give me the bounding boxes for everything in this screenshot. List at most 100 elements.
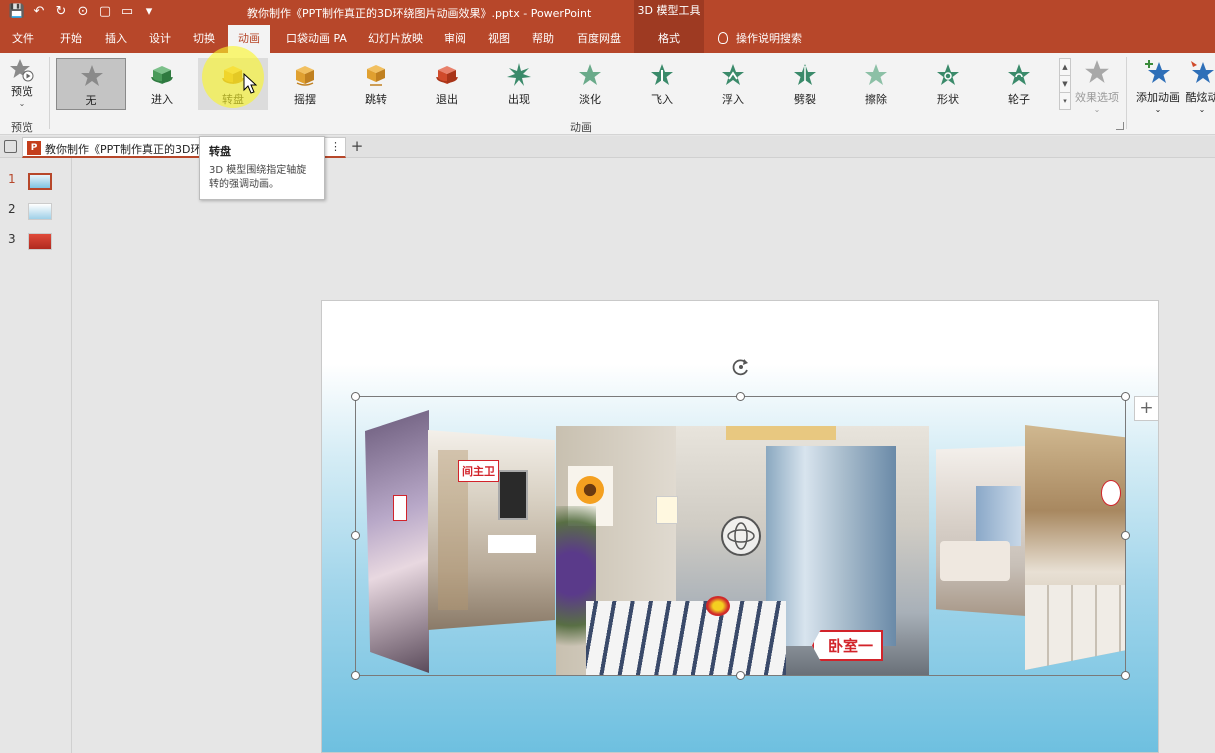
anim-swing[interactable]: 摇摆 <box>270 58 340 110</box>
new-file-icon[interactable]: ▢ <box>96 3 114 21</box>
customize-qat-icon[interactable]: ▾ <box>140 3 158 21</box>
anim-label: 摇摆 <box>294 93 316 106</box>
rotate-handle-icon[interactable] <box>731 357 751 377</box>
cool-animation-button[interactable]: 酷炫动 ⌄ <box>1182 59 1215 114</box>
group-separator <box>49 57 50 129</box>
anim-label: 退出 <box>436 93 458 106</box>
resize-handle-left[interactable] <box>351 531 360 540</box>
anim-enter[interactable]: 进入 <box>127 58 197 110</box>
start-slideshow-icon[interactable]: ⊙ <box>74 3 92 21</box>
anim-fly-in[interactable]: 飞入 <box>627 58 697 110</box>
star-wipe-icon <box>865 64 887 85</box>
3d-cube-swing-icon <box>296 66 314 86</box>
tab-file[interactable]: 文件 <box>12 25 34 53</box>
gallery-expand[interactable]: ▾ <box>1060 93 1070 110</box>
mouse-cursor-icon <box>243 73 257 94</box>
tab-manager-icon[interactable] <box>4 140 17 153</box>
resize-handle-top-right[interactable] <box>1121 392 1130 401</box>
tab-format[interactable]: 格式 <box>634 25 704 53</box>
add-animation-button[interactable]: 添加动画 ⌄ <box>1130 59 1186 114</box>
undo-icon[interactable]: ↶ <box>30 3 48 21</box>
quick-access-toolbar: 💾 ↶ ↻ ⊙ ▢ ▭ ▾ <box>8 3 158 21</box>
slide-thumbnails-pane: 1 2 3 <box>0 158 72 753</box>
cool-animation-star-icon <box>1191 61 1214 83</box>
tell-me-search[interactable]: 操作说明搜索 <box>718 25 802 53</box>
3d-cube-turntable-icon <box>222 66 244 84</box>
anim-label: 跳转 <box>365 93 387 106</box>
tooltip-title: 转盘 <box>209 145 231 158</box>
animation-gallery: 无 进入 转盘 摇摆 跳转 退出 出现 淡化 飞入 浮入 劈裂 擦除 形状 轮子 <box>55 58 1059 111</box>
anim-none[interactable]: 无 <box>56 58 126 110</box>
tab-slideshow[interactable]: 幻灯片放映 <box>368 25 423 53</box>
tab-design[interactable]: 设计 <box>149 25 171 53</box>
preview-button[interactable]: 预览 ⌄ <box>4 57 40 108</box>
open-folder-icon[interactable]: ▭ <box>118 3 136 21</box>
anim-label: 飞入 <box>651 93 673 106</box>
tab-more-icon[interactable]: ⋮ <box>330 140 341 153</box>
anim-label: 擦除 <box>865 93 887 106</box>
resize-handle-top-left[interactable] <box>351 392 360 401</box>
preview-star-icon <box>10 59 34 82</box>
tab-animations[interactable]: 动画 <box>228 25 270 53</box>
redo-icon[interactable]: ↻ <box>52 3 70 21</box>
resize-handle-right[interactable] <box>1121 531 1130 540</box>
tab-help[interactable]: 帮助 <box>532 25 554 53</box>
resize-handle-top[interactable] <box>736 392 745 401</box>
slide-thumbnail-image <box>28 233 52 250</box>
resize-handle-bottom-left[interactable] <box>351 671 360 680</box>
group-separator <box>1126 57 1127 129</box>
3d-orbit-icon <box>727 522 755 550</box>
slide-number: 3 <box>8 232 16 246</box>
document-tab-bar: P 教你制作《PPT制作真正的3D环 ⋮ + <box>0 136 1215 158</box>
resize-handle-bottom-right[interactable] <box>1121 671 1130 680</box>
anim-label: 浮入 <box>722 93 744 106</box>
anim-jump[interactable]: 跳转 <box>341 58 411 110</box>
document-tab-name: 教你制作《PPT制作真正的3D环 <box>45 143 202 156</box>
layout-options-plus-button[interactable]: + <box>1134 396 1159 421</box>
tab-pocket-animation[interactable]: 口袋动画 PA <box>286 25 347 53</box>
effect-options-button[interactable]: 效果选项 ⌄ <box>1073 59 1121 114</box>
anim-wheel[interactable]: 轮子 <box>984 58 1054 110</box>
ribbon-tabs: 文件 开始 插入 设计 切换 动画 口袋动画 PA 幻灯片放映 审阅 视图 帮助… <box>0 25 1215 53</box>
anim-label: 淡化 <box>579 93 601 106</box>
slide-number: 2 <box>8 202 16 216</box>
anim-float-in[interactable]: 浮入 <box>698 58 768 110</box>
anim-label: 出现 <box>508 93 530 106</box>
tab-review[interactable]: 审阅 <box>444 25 466 53</box>
star-float-icon <box>722 64 744 85</box>
3d-model-tools-context: 3D 模型工具 <box>634 0 704 25</box>
chevron-down-icon: ⌄ <box>1154 105 1162 114</box>
dialog-launcher-icon[interactable] <box>1116 122 1124 130</box>
anim-shape[interactable]: 形状 <box>913 58 983 110</box>
window-title: 教你制作《PPT制作真正的3D环绕图片动画效果》.pptx - PowerPoi… <box>247 7 592 20</box>
anim-split[interactable]: 劈裂 <box>770 58 840 110</box>
anim-appear[interactable]: 出现 <box>484 58 554 110</box>
new-tab-button[interactable]: + <box>348 137 366 157</box>
tab-view[interactable]: 视图 <box>488 25 510 53</box>
star-shape-icon <box>937 64 959 85</box>
anim-fade[interactable]: 淡化 <box>555 58 625 110</box>
cool-animation-label: 酷炫动 <box>1185 91 1215 104</box>
gallery-scroll-up[interactable]: ▲ <box>1060 59 1070 76</box>
preview-label: 预览 <box>11 85 33 98</box>
tab-transitions[interactable]: 切换 <box>193 25 215 53</box>
save-icon[interactable]: 💾 <box>8 3 26 21</box>
tooltip-body: 3D 模型围绕指定轴旋转的强调动画。 <box>209 165 307 190</box>
gallery-scroll-down[interactable]: ▼ <box>1060 76 1070 93</box>
tab-insert[interactable]: 插入 <box>105 25 127 53</box>
resize-handle-bottom[interactable] <box>736 671 745 680</box>
tab-home[interactable]: 开始 <box>60 25 82 53</box>
effect-options-label: 效果选项 <box>1075 91 1119 104</box>
star-burst-icon <box>507 63 531 86</box>
anim-exit[interactable]: 退出 <box>412 58 482 110</box>
effect-options-star-icon <box>1085 60 1109 83</box>
add-animation-star-icon <box>1145 60 1170 83</box>
anim-turntable[interactable]: 转盘 <box>198 58 268 110</box>
tell-me-label: 操作说明搜索 <box>736 32 802 45</box>
title-bar: 💾 ↶ ↻ ⊙ ▢ ▭ ▾ 教你制作《PPT制作真正的3D环绕图片动画效果》.p… <box>0 0 1215 25</box>
tab-baidu-netdisk[interactable]: 百度网盘 <box>577 25 621 53</box>
anim-label: 无 <box>85 94 97 107</box>
3d-rotate-control-icon[interactable] <box>721 516 761 556</box>
anim-wipe[interactable]: 擦除 <box>841 58 911 110</box>
star-fly-icon <box>651 64 673 85</box>
